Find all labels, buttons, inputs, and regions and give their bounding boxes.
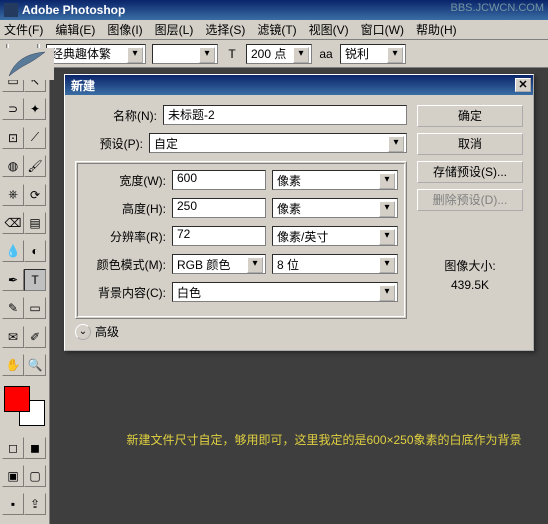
tool-shape[interactable]: ▭	[24, 297, 46, 319]
app-title: Adobe Photoshop	[22, 3, 125, 17]
tool-path[interactable]: ✒	[2, 269, 24, 291]
quickmask-off[interactable]: ◻	[2, 437, 24, 459]
dialog-title: 新建	[71, 77, 95, 94]
height-label: 高度(H):	[84, 200, 166, 217]
save-preset-button[interactable]: 存储预设(S)...	[417, 161, 523, 183]
antialias-combo[interactable]: 锐利	[340, 44, 406, 64]
tool-slice[interactable]: ⟋	[24, 127, 46, 149]
menu-edit[interactable]: 编辑(E)	[55, 21, 95, 38]
tool-notes[interactable]: ✉	[2, 326, 24, 348]
cancel-button[interactable]: 取消	[417, 133, 523, 155]
ps-icon	[4, 3, 18, 17]
menu-help[interactable]: 帮助(H)	[416, 21, 457, 38]
close-button[interactable]: ✕	[515, 78, 531, 92]
tool-hand[interactable]: ✋	[2, 354, 24, 376]
name-label: 名称(N):	[75, 107, 157, 124]
screen-mode-3[interactable]: ▪	[2, 493, 24, 515]
tool-history[interactable]: ⟳	[24, 184, 46, 206]
menu-layer[interactable]: 图层(L)	[155, 21, 194, 38]
mode-label: 颜色模式(M):	[84, 256, 166, 273]
menu-select[interactable]: 选择(S)	[205, 21, 245, 38]
antialias-icon: aa	[318, 46, 334, 62]
bit-depth-combo[interactable]: 8 位	[272, 254, 398, 274]
tool-eyedropper[interactable]: ✐	[24, 326, 46, 348]
tool-crop[interactable]: ⊡	[2, 127, 24, 149]
image-size-label: 图像大小:	[417, 257, 523, 276]
resolution-unit-combo[interactable]: 像素/英寸	[272, 226, 398, 246]
resolution-label: 分辨率(R):	[84, 228, 166, 245]
foreground-color[interactable]	[4, 386, 30, 412]
menubar: 文件(F) 编辑(E) 图像(I) 图层(L) 选择(S) 滤镜(T) 视图(V…	[0, 20, 548, 40]
bg-content-combo[interactable]: 白色	[172, 282, 398, 302]
bg-label: 背景内容(C):	[84, 284, 166, 301]
color-swatches[interactable]	[4, 386, 45, 426]
toolbox: ▭ ↖ ⊃ ✦ ⊡ ⟋ ◍ 🖌 ⎈ ⟳ ⌫ ▤ 💧 ◐ ✒ T ✎ ▭ ✉ ✐ …	[0, 68, 50, 524]
tutorial-caption: 新建文件尺寸自定，够用即可，这里我定的是600×250象素的白底作为背景	[110, 431, 538, 450]
menu-view[interactable]: 视图(V)	[309, 21, 349, 38]
feather-logo-area	[0, 48, 54, 80]
tool-lasso[interactable]: ⊃	[2, 98, 24, 120]
width-unit-combo[interactable]: 像素	[272, 170, 398, 190]
tool-heal[interactable]: ◍	[2, 155, 24, 177]
font-size-icon: T	[224, 46, 240, 62]
color-mode-combo[interactable]: RGB 颜色	[172, 254, 266, 274]
tool-type[interactable]: T	[24, 269, 46, 291]
delete-preset-button[interactable]: 删除预设(D)...	[417, 189, 523, 211]
preset-label: 预设(P):	[75, 135, 143, 152]
tool-pen[interactable]: ✎	[2, 297, 24, 319]
tool-stamp[interactable]: ⎈	[2, 184, 24, 206]
advanced-label: 高级	[95, 323, 119, 340]
dialog-titlebar[interactable]: 新建 ✕	[65, 75, 533, 95]
height-input[interactable]: 250	[172, 198, 266, 218]
font-size-combo[interactable]: 200 点	[246, 44, 312, 64]
new-document-dialog: 新建 ✕ 名称(N): 未标题-2 预设(P): 自定 宽度(W):	[64, 74, 534, 351]
menu-file[interactable]: 文件(F)	[4, 21, 43, 38]
screen-mode-2[interactable]: ▢	[24, 465, 46, 487]
tool-zoom[interactable]: 🔍	[24, 354, 46, 376]
font-style-combo[interactable]	[152, 44, 218, 64]
tool-brush[interactable]: 🖌	[24, 155, 46, 177]
watermark: BBS.JCWCN.COM	[451, 2, 545, 14]
width-input[interactable]: 600	[172, 170, 266, 190]
quickmask-on[interactable]: ◼	[24, 437, 46, 459]
preset-combo[interactable]: 自定	[149, 133, 407, 153]
name-input[interactable]: 未标题-2	[163, 105, 407, 125]
image-size-value: 439.5K	[417, 276, 523, 295]
work-area: 新建 ✕ 名称(N): 未标题-2 预设(P): 自定 宽度(W):	[50, 68, 548, 524]
tool-blur[interactable]: 💧	[2, 240, 24, 262]
tool-gradient[interactable]: ▤	[24, 212, 46, 234]
menu-image[interactable]: 图像(I)	[107, 21, 142, 38]
dimensions-group: 宽度(W): 600 像素 高度(H): 250 像素 分辨率(R): 72	[75, 161, 407, 319]
font-family-combo[interactable]: 经典趣体繁	[46, 44, 146, 64]
resolution-input[interactable]: 72	[172, 226, 266, 246]
height-unit-combo[interactable]: 像素	[272, 198, 398, 218]
advanced-toggle[interactable]: ⌄	[75, 324, 91, 340]
menu-filter[interactable]: 滤镜(T)	[257, 21, 296, 38]
feather-icon	[7, 50, 47, 78]
app-titlebar: Adobe Photoshop BBS.JCWCN.COM	[0, 0, 548, 20]
jump-to[interactable]: ⇪	[24, 493, 46, 515]
ok-button[interactable]: 确定	[417, 105, 523, 127]
screen-mode-1[interactable]: ▣	[2, 465, 24, 487]
tool-eraser[interactable]: ⌫	[2, 212, 24, 234]
width-label: 宽度(W):	[84, 172, 166, 189]
tool-dodge[interactable]: ◐	[24, 240, 46, 262]
tool-wand[interactable]: ✦	[24, 98, 46, 120]
menu-window[interactable]: 窗口(W)	[361, 21, 404, 38]
options-bar: T 经典趣体繁 T 200 点 aa 锐利	[0, 40, 548, 68]
